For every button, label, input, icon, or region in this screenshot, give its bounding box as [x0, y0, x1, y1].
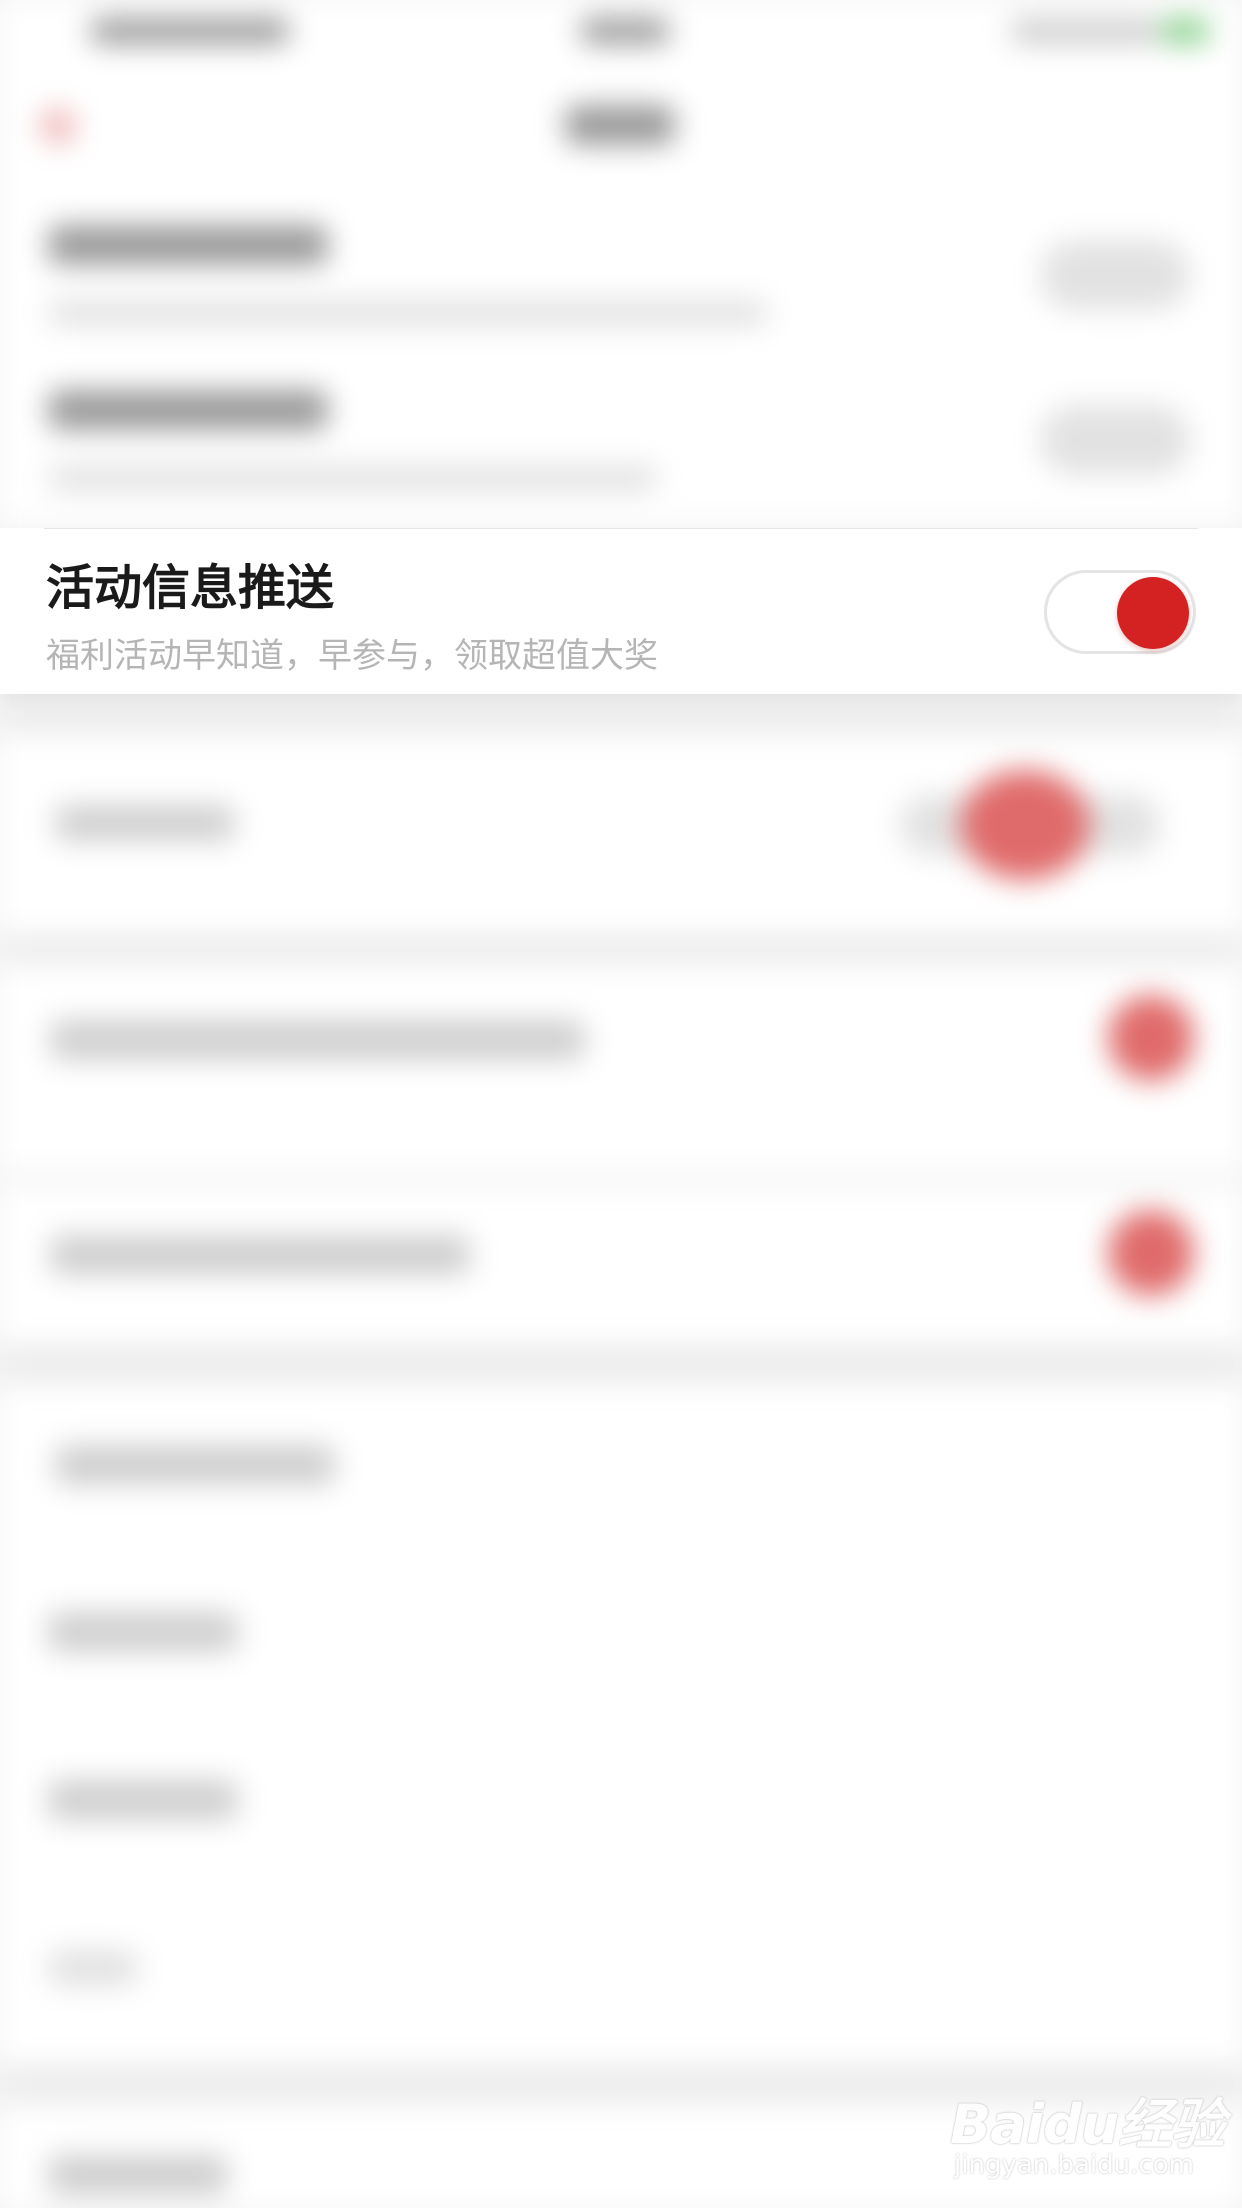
blurred-section-3	[0, 964, 1242, 1174]
blurred-row1-subtitle	[48, 300, 768, 326]
blurred-status-time	[580, 18, 670, 44]
blurred-battery-icon	[1160, 18, 1210, 44]
blurred-nav-title	[565, 105, 675, 145]
row-divider	[44, 528, 1198, 529]
baidu-logo: Baidu经验	[950, 2093, 1225, 2156]
blurred-gap	[0, 694, 1242, 734]
blurred-row3-selected[interactable]	[960, 770, 1090, 880]
activity-push-toggle[interactable]	[1044, 570, 1196, 654]
blurred-row4-toggle[interactable]	[1108, 995, 1194, 1081]
blurred-row3-title	[55, 805, 235, 841]
blurred-section-5	[0, 1384, 1242, 2064]
blurred-gap	[0, 1344, 1242, 1384]
blurred-back-icon[interactable]	[40, 108, 76, 144]
blurred-row5-title	[50, 1235, 470, 1275]
blurred-status-battery	[1010, 18, 1160, 44]
activity-push-setting-row: 活动信息推送 福利活动早知道，早参与，领取超值大奖	[0, 528, 1242, 694]
setting-title: 活动信息推送	[46, 560, 335, 616]
toggle-knob[interactable]	[1117, 577, 1189, 649]
blurred-row2-subtitle	[48, 465, 658, 491]
blurred-gap	[0, 934, 1242, 964]
blurred-row1-toggle[interactable]	[1040, 240, 1190, 310]
watermark-url: jingyan.baidu.com	[954, 2150, 1194, 2180]
blurred-row7-title	[48, 1612, 238, 1652]
blurred-row2-title	[48, 390, 328, 430]
blurred-row9-title	[48, 1950, 138, 1986]
blurred-row4-title	[50, 1020, 585, 1060]
blurred-row1-title	[48, 225, 328, 265]
blurred-row10-title	[48, 2155, 228, 2195]
baidu-jingyan-watermark: Baidu经验 jingyan.baidu.com	[950, 2070, 1225, 2190]
blurred-row5-toggle[interactable]	[1108, 1210, 1194, 1296]
blurred-status-carrier	[90, 18, 290, 44]
blurred-gap	[0, 1174, 1242, 1184]
blurred-row6-title	[55, 1445, 335, 1485]
blurred-background	[0, 0, 1242, 2208]
settings-screen: 活动信息推送 福利活动早知道，早参与，领取超值大奖 Baidu经验 jingya…	[0, 0, 1242, 2208]
setting-subtitle: 福利活动早知道，早参与，领取超值大奖	[46, 636, 658, 676]
blurred-row2-toggle[interactable]	[1040, 405, 1190, 475]
blurred-row8-title	[48, 1780, 238, 1820]
